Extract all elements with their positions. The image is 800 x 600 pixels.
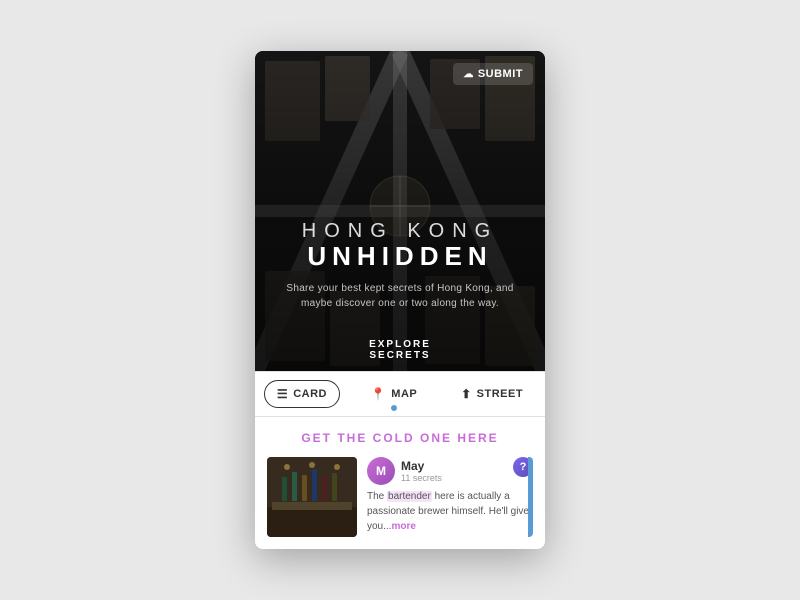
- hero-title: HONG KONG UNHIDDEN: [275, 220, 525, 271]
- hero-section: ☁ SUBMIT HONG KONG UNHIDDEN Share your b…: [255, 51, 545, 371]
- card-image-bg: [267, 457, 357, 537]
- street-icon: ⬆: [461, 387, 472, 401]
- card-user-content: M May 11 secrets The bartender here is a…: [367, 457, 533, 537]
- explore-button[interactable]: EXPLORE SECRETS: [328, 329, 473, 371]
- text-highlight: bartender: [387, 491, 432, 502]
- map-icon: 📍: [371, 387, 386, 401]
- secret-card[interactable]: M May 11 secrets The bartender here is a…: [267, 457, 533, 537]
- user-info: May 11 secrets: [401, 459, 442, 483]
- user-secrets-count: 11 secrets: [401, 473, 442, 483]
- bar-image-svg: [267, 457, 357, 537]
- text-prefix: The: [367, 491, 387, 502]
- card-image: [267, 457, 357, 537]
- tab-street-label: STREET: [477, 388, 523, 400]
- hero-title-line1: HONG KONG: [275, 220, 525, 242]
- tab-map-label: MAP: [391, 388, 417, 400]
- phone-frame: ☁ SUBMIT HONG KONG UNHIDDEN Share your b…: [255, 51, 545, 549]
- content-section: GET THE COLD ONE HERE: [255, 417, 545, 549]
- tab-card[interactable]: ☰ CARD: [264, 380, 340, 408]
- section-title: GET THE COLD ONE HERE: [267, 431, 533, 445]
- side-indicator: [528, 457, 533, 537]
- tab-map[interactable]: 📍 MAP: [358, 380, 430, 408]
- cloud-icon: ☁: [463, 69, 474, 80]
- hero-subtitle: Share your best kept secrets of Hong Kon…: [275, 281, 525, 311]
- hero-content: HONG KONG UNHIDDEN Share your best kept …: [255, 220, 545, 311]
- tab-bar: ☰ CARD 📍 MAP ⬆ STREET: [255, 371, 545, 417]
- card-icon: ☰: [277, 387, 288, 401]
- user-name: May: [401, 459, 442, 473]
- card-user-row: M May 11 secrets: [367, 457, 533, 485]
- avatar: M: [367, 457, 395, 485]
- tab-street[interactable]: ⬆ STREET: [448, 380, 536, 408]
- card-text: The bartender here is actually a passion…: [367, 489, 533, 534]
- hero-title-line2: UNHIDDEN: [275, 242, 525, 271]
- more-link[interactable]: more: [391, 521, 415, 532]
- hero-background: [255, 51, 545, 371]
- map-indicator: [389, 403, 399, 413]
- submit-button[interactable]: ☁ SUBMIT: [453, 63, 533, 85]
- tab-card-label: CARD: [293, 388, 327, 400]
- submit-label: SUBMIT: [478, 68, 523, 80]
